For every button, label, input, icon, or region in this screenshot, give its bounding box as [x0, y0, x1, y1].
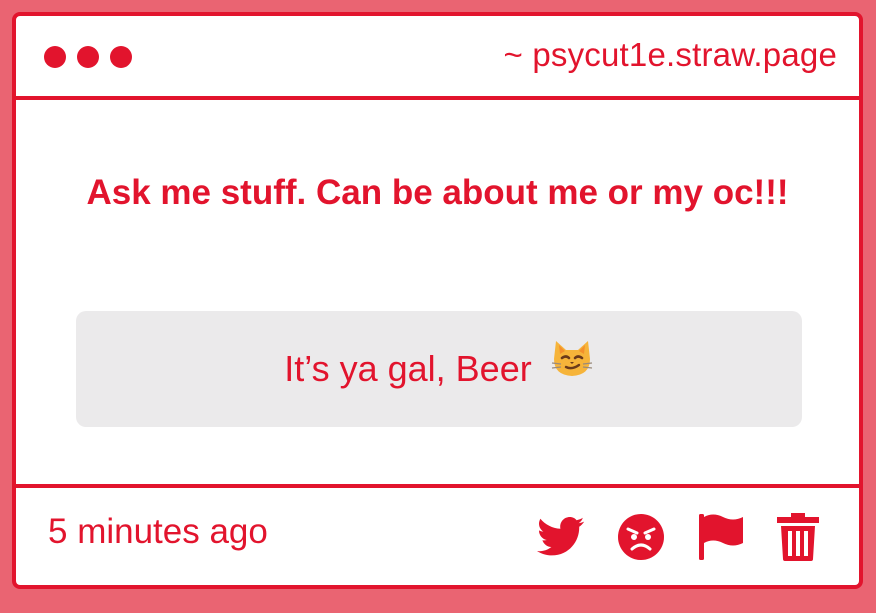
answer-box: It’s ya gal, Beer [76, 311, 802, 427]
trash-icon[interactable] [777, 513, 819, 561]
card-content: Ask me stuff. Can be about me or my oc!!… [16, 100, 859, 484]
answer-line: It’s ya gal, Beer [76, 311, 802, 427]
card-footer: 5 minutes ago [16, 484, 859, 585]
window-controls [44, 46, 132, 68]
twitter-icon[interactable] [537, 517, 585, 557]
answer-text: It’s ya gal, Beer [284, 348, 532, 389]
window-dot [110, 46, 132, 68]
window-dot [44, 46, 66, 68]
window-dot [77, 46, 99, 68]
smirking-cat-emoji-icon [550, 309, 594, 425]
flag-icon[interactable] [697, 512, 745, 562]
question-card: ~ psycut1e.straw.page Ask me stuff. Can … [12, 12, 863, 589]
angry-face-icon[interactable] [617, 513, 665, 561]
question-text: Ask me stuff. Can be about me or my oc!!… [86, 173, 789, 212]
action-bar [537, 512, 819, 562]
timestamp: 5 minutes ago [48, 512, 268, 551]
page-url[interactable]: ~ psycut1e.straw.page [504, 36, 838, 74]
window-titlebar: ~ psycut1e.straw.page [16, 16, 859, 100]
